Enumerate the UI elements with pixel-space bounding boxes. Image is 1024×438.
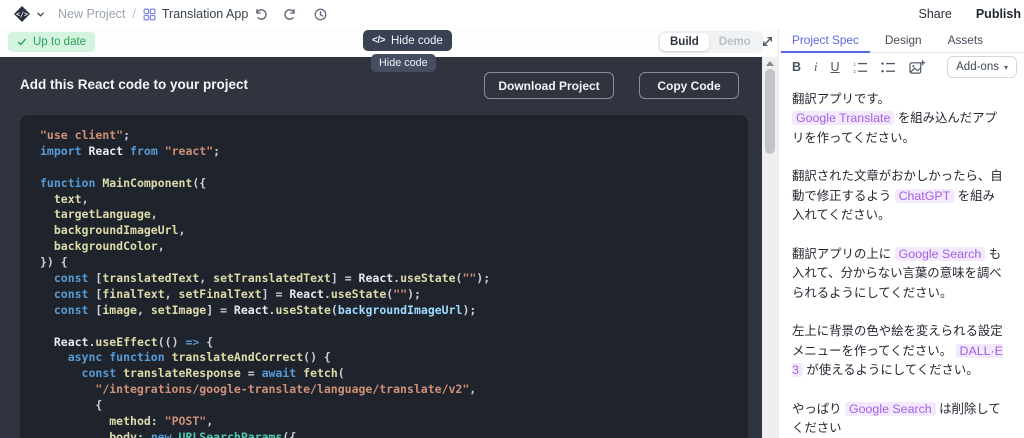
top-bar: </> New Project / Translation App Share … — [0, 0, 1024, 28]
scrollbar-thumb[interactable] — [765, 69, 775, 154]
redo-button[interactable] — [283, 7, 298, 22]
demo-tab[interactable]: Demo — [709, 33, 761, 51]
code-line: React.useEffect(() => { — [53, 334, 214, 349]
hide-code-tooltip: Hide code — [371, 54, 436, 72]
tab-project-spec[interactable]: Project Spec — [779, 28, 872, 53]
code-panel: Add this React code to your project Down… — [0, 57, 762, 438]
code-line: function MainComponent({ — [40, 175, 207, 190]
up-to-date-label: Up to date — [33, 36, 87, 48]
code-line: method: "POST", — [109, 414, 214, 429]
breadcrumb-separator: / — [132, 7, 136, 21]
tab-design[interactable]: Design — [872, 28, 935, 52]
breadcrumb-app[interactable]: Translation App — [143, 7, 248, 21]
add-ons-dropdown[interactable]: Add-ons ▾ — [947, 56, 1017, 78]
spec-paragraph: 左上に背景の色や絵を変えられる設定メニューを作ってください。 DALL·E 3 … — [792, 324, 1003, 378]
undo-button[interactable] — [253, 7, 268, 22]
code-line: text, — [53, 191, 89, 206]
bullet-list-button[interactable] — [880, 61, 896, 74]
spec-paragraph: やっぱり Google Search は削除してください — [792, 401, 1001, 436]
code-line: "/integrations/google-translate/language… — [95, 382, 477, 397]
code-line: const [finalText, setFinalText] = React.… — [53, 286, 421, 301]
svg-text:</>: </> — [16, 10, 28, 18]
hide-code-button[interactable]: </> Hide code — [363, 30, 452, 51]
project-grid-icon — [143, 8, 156, 20]
code-panel-title: Add this React code to your project — [20, 77, 249, 92]
spec-format-toolbar: B i U 1 2 Add-ons ▾ — [779, 53, 1024, 81]
build-tab[interactable]: Build — [660, 33, 709, 51]
code-line: "use client"; — [40, 128, 131, 142]
app-logo-icon: </> — [14, 6, 30, 22]
spec-editor[interactable]: 翻訳アプリです。 Google Translate を組み込んだアプリを作ってくだ… — [779, 81, 1017, 438]
code-line: import React from "react"; — [40, 143, 221, 158]
svg-text:1: 1 — [853, 61, 856, 66]
code-line: async function translateAndCorrect() { — [67, 350, 331, 365]
download-project-button[interactable]: Download Project — [484, 72, 614, 99]
scroll-up-arrow-icon[interactable] — [766, 61, 774, 66]
mention-chip[interactable]: Google Search — [845, 401, 936, 416]
spec-paragraph: 翻訳アプリの上に Google Search も入れて、分からない言葉の意味を調… — [792, 246, 1002, 300]
publish-button[interactable]: Publish — [976, 7, 1021, 21]
share-button[interactable]: Share — [918, 7, 951, 21]
code-line: const [image, setImage] = React.useState… — [53, 302, 477, 317]
bold-button[interactable]: B — [792, 61, 801, 74]
topbar-actions: Share Publish — [918, 0, 1021, 28]
check-icon — [17, 38, 27, 46]
spec-paragraph: 翻訳アプリです。 Google Translate を組み込んだアプリを作ってくだ… — [792, 92, 997, 145]
right-panel-tabs: Project Spec Design Assets — [779, 28, 1024, 53]
breadcrumb-project[interactable]: New Project — [58, 7, 125, 21]
underline-button[interactable]: U — [831, 61, 840, 74]
tab-assets[interactable]: Assets — [935, 28, 996, 52]
build-demo-toggle: Build Demo — [658, 31, 763, 53]
mention-chip[interactable]: Google Translate — [792, 111, 895, 126]
right-panel: Project Spec Design Assets B i U 1 2 Add… — [778, 28, 1024, 438]
history-controls — [253, 0, 328, 28]
breadcrumb: New Project / Translation App — [58, 0, 248, 28]
status-bar: Up to date </> Hide code Hide code Build… — [0, 28, 778, 72]
expand-icon[interactable] — [760, 34, 775, 49]
code-line: { — [40, 398, 103, 413]
code-line: const [translatedText, setTranslatedText… — [53, 271, 491, 286]
code-icon: </> — [372, 35, 385, 46]
history-clock-button[interactable] — [313, 7, 328, 22]
chevron-down-icon — [37, 12, 44, 17]
code-line: backgroundImageUrl, — [53, 223, 186, 238]
svg-text:2: 2 — [853, 68, 856, 73]
hide-code-label: Hide code — [390, 34, 443, 47]
italic-button[interactable]: i — [814, 61, 817, 74]
copy-code-button[interactable]: Copy Code — [639, 72, 739, 99]
breadcrumb-app-label: Translation App — [161, 7, 249, 21]
code-editor[interactable]: "use client"; import React from "react"; … — [20, 115, 748, 438]
ordered-list-button[interactable]: 1 2 — [853, 61, 868, 74]
code-line: const translateResponse = await fetch( — [81, 366, 345, 381]
code-content: "use client"; import React from "react"; … — [40, 128, 748, 438]
insert-image-button[interactable] — [908, 59, 925, 75]
app-menu-button[interactable]: </> — [12, 4, 45, 24]
add-ons-label: Add-ons — [956, 61, 999, 73]
code-scrollbar[interactable] — [762, 57, 778, 438]
code-line: targetLanguage, — [53, 207, 158, 222]
mention-chip[interactable]: Google Search — [894, 246, 986, 261]
code-line: body: new URLSearchParams({ — [109, 429, 297, 438]
up-to-date-badge: Up to date — [8, 32, 96, 52]
code-line: backgroundColor, — [53, 239, 165, 254]
code-line: }) { — [40, 255, 68, 270]
spec-paragraph: 翻訳された文章がおかしかったら、自動で修正するよう ChatGPT を組み入れて… — [792, 169, 1003, 223]
mention-chip[interactable]: ChatGPT — [894, 188, 955, 203]
chevron-down-icon: ▾ — [1003, 62, 1008, 72]
